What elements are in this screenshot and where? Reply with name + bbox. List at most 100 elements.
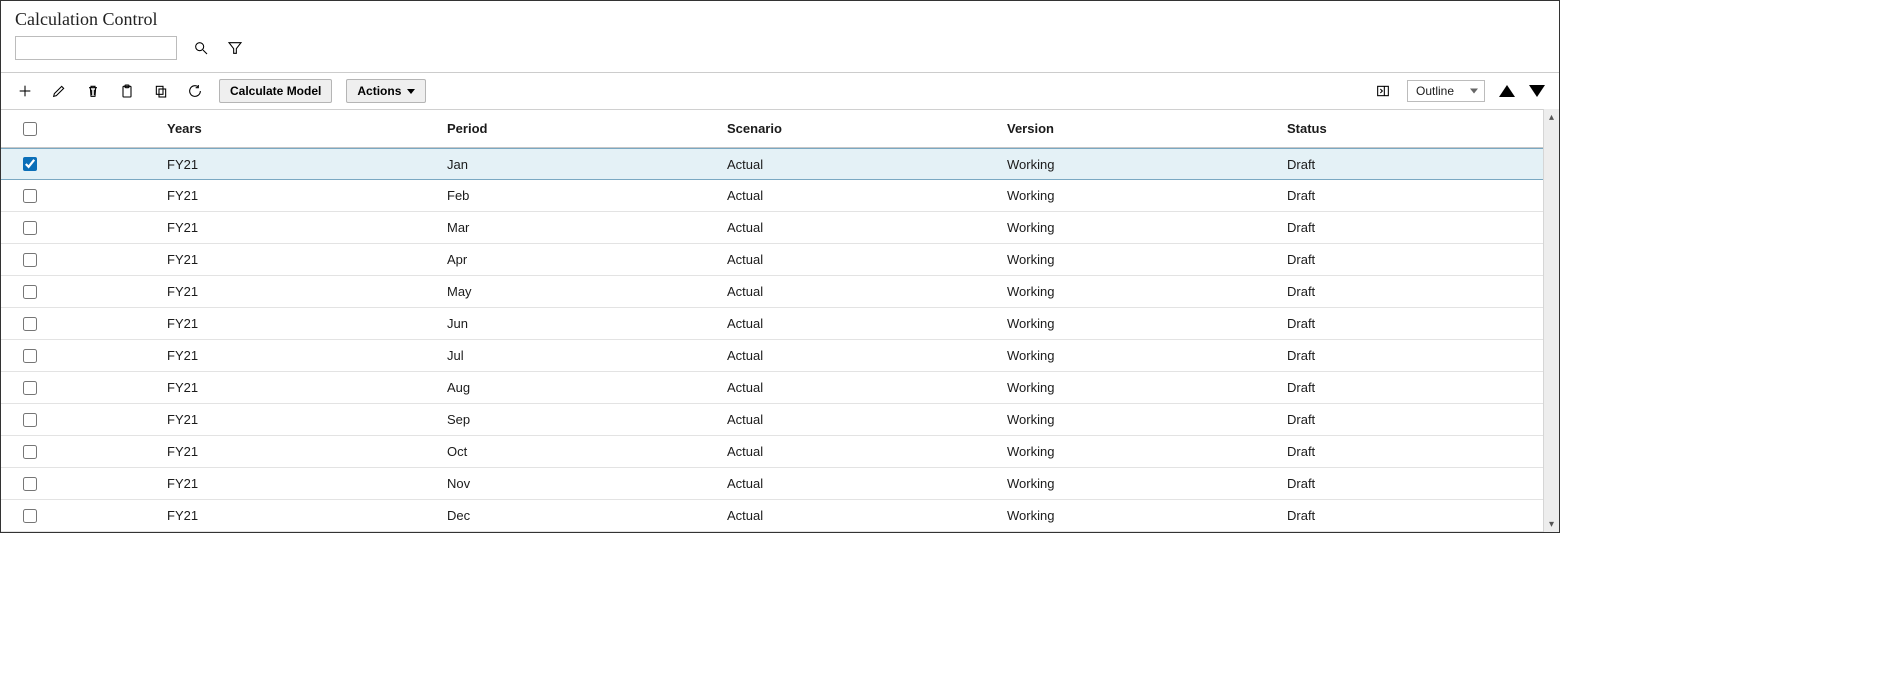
col-header-period[interactable]: Period [447,121,727,136]
row-checkbox[interactable] [23,413,37,427]
calculate-model-button[interactable]: Calculate Model [219,79,332,103]
actions-label: Actions [357,84,401,98]
panel-toggle-icon[interactable] [1373,81,1393,101]
toolbar: Calculate Model Actions Outline [1,73,1559,109]
cell-years: FY21 [167,380,447,395]
cell-status: Draft [1287,348,1543,363]
cell-years: FY21 [167,316,447,331]
cell-years: FY21 [167,157,447,172]
cell-scenario: Actual [727,444,1007,459]
table-row[interactable]: FY21NovActualWorkingDraft [1,468,1543,500]
table-row[interactable]: FY21FebActualWorkingDraft [1,180,1543,212]
cell-version: Working [1007,380,1287,395]
copy-icon[interactable] [151,81,171,101]
cell-version: Working [1007,444,1287,459]
cell-version: Working [1007,220,1287,235]
page-title: Calculation Control [15,9,1545,30]
cell-period: Dec [447,508,727,523]
select-all-checkbox[interactable] [23,122,37,136]
col-header-scenario[interactable]: Scenario [727,121,1007,136]
cell-period: Jun [447,316,727,331]
table-row[interactable]: FY21AprActualWorkingDraft [1,244,1543,276]
row-checkbox[interactable] [23,477,37,491]
col-header-version[interactable]: Version [1007,121,1287,136]
cell-version: Working [1007,348,1287,363]
caret-down-icon [407,89,415,94]
cell-years: FY21 [167,284,447,299]
cell-years: FY21 [167,188,447,203]
cell-version: Working [1007,316,1287,331]
table-row[interactable]: FY21DecActualWorkingDraft [1,500,1543,532]
col-header-status[interactable]: Status [1287,121,1543,136]
table-row[interactable]: FY21SepActualWorkingDraft [1,404,1543,436]
delete-icon[interactable] [83,81,103,101]
row-checkbox[interactable] [23,317,37,331]
cell-status: Draft [1287,284,1543,299]
move-down-icon[interactable] [1529,85,1545,97]
table-row[interactable]: FY21JulActualWorkingDraft [1,340,1543,372]
cell-period: Apr [447,252,727,267]
row-checkbox[interactable] [23,253,37,267]
row-checkbox[interactable] [23,445,37,459]
cell-scenario: Actual [727,252,1007,267]
cell-period: Aug [447,380,727,395]
scroll-track[interactable] [1544,125,1559,516]
cell-scenario: Actual [727,412,1007,427]
move-up-icon[interactable] [1499,85,1515,97]
row-checkbox[interactable] [23,157,37,171]
cell-years: FY21 [167,444,447,459]
cell-period: Nov [447,476,727,491]
paste-icon[interactable] [117,81,137,101]
row-checkbox[interactable] [23,221,37,235]
cell-status: Draft [1287,444,1543,459]
cell-scenario: Actual [727,220,1007,235]
search-input[interactable] [15,36,177,60]
cell-scenario: Actual [727,188,1007,203]
cell-years: FY21 [167,252,447,267]
cell-period: Jul [447,348,727,363]
grid-body: FY21JanActualWorkingDraftFY21FebActualWo… [1,148,1543,532]
search-icon[interactable] [191,38,211,58]
cell-status: Draft [1287,380,1543,395]
cell-version: Working [1007,157,1287,172]
table-row[interactable]: FY21JunActualWorkingDraft [1,308,1543,340]
cell-years: FY21 [167,348,447,363]
cell-status: Draft [1287,476,1543,491]
cell-version: Working [1007,508,1287,523]
row-checkbox[interactable] [23,509,37,523]
scroll-up-icon[interactable]: ▴ [1544,109,1559,125]
table-row[interactable]: FY21OctActualWorkingDraft [1,436,1543,468]
cell-scenario: Actual [727,348,1007,363]
search-row [15,36,1545,66]
cell-years: FY21 [167,508,447,523]
row-checkbox[interactable] [23,285,37,299]
row-checkbox[interactable] [23,189,37,203]
table-row[interactable]: FY21MarActualWorkingDraft [1,212,1543,244]
cell-scenario: Actual [727,316,1007,331]
actions-button[interactable]: Actions [346,79,426,103]
table-header: Years Period Scenario Version Status [1,110,1543,148]
scroll-down-icon[interactable]: ▾ [1544,516,1559,532]
cell-scenario: Actual [727,476,1007,491]
edit-icon[interactable] [49,81,69,101]
row-checkbox[interactable] [23,349,37,363]
cell-period: Oct [447,444,727,459]
cell-status: Draft [1287,252,1543,267]
cell-status: Draft [1287,412,1543,427]
table-row[interactable]: FY21MayActualWorkingDraft [1,276,1543,308]
row-checkbox[interactable] [23,381,37,395]
col-header-years[interactable]: Years [167,121,447,136]
data-grid: Years Period Scenario Version Status FY2… [1,109,1543,532]
refresh-icon[interactable] [185,81,205,101]
cell-version: Working [1007,412,1287,427]
view-mode-select[interactable]: Outline [1407,80,1485,102]
view-mode-label: Outline [1416,84,1454,98]
cell-version: Working [1007,476,1287,491]
table-row[interactable]: FY21JanActualWorkingDraft [1,148,1543,180]
filter-icon[interactable] [225,38,245,58]
add-icon[interactable] [15,81,35,101]
table-row[interactable]: FY21AugActualWorkingDraft [1,372,1543,404]
cell-period: Sep [447,412,727,427]
vertical-scrollbar[interactable]: ▴ ▾ [1543,109,1559,532]
header: Calculation Control [1,1,1559,68]
